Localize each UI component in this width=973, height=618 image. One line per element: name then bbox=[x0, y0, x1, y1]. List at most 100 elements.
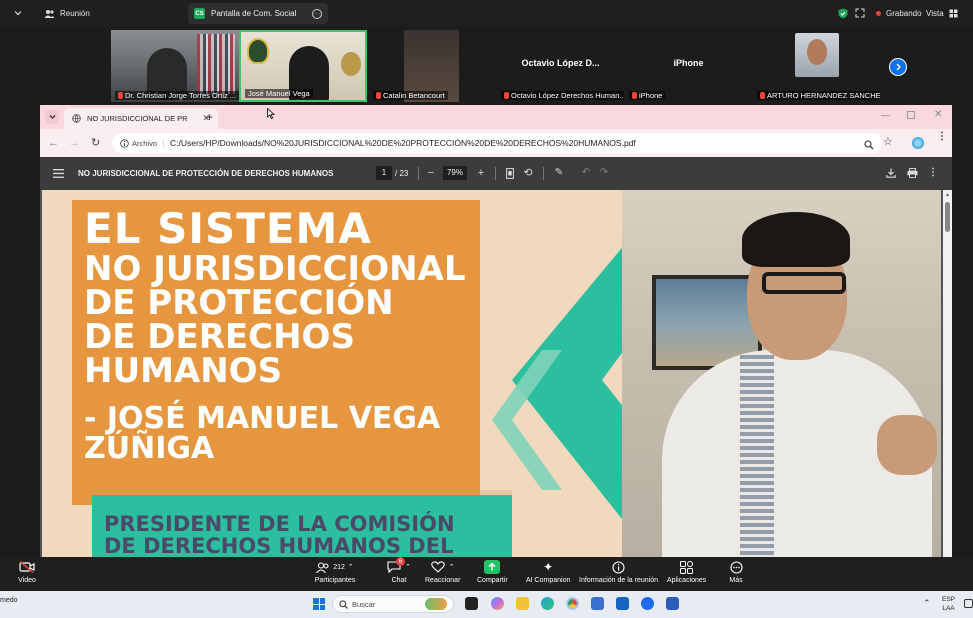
tab-search-button[interactable] bbox=[45, 110, 59, 124]
recording-label: Grabando bbox=[886, 8, 922, 18]
fit-page-icon[interactable] bbox=[504, 167, 516, 179]
participant-tile[interactable]: Octavio López D... Octavio López Derecho… bbox=[497, 30, 624, 102]
restore-icon[interactable] bbox=[907, 111, 915, 119]
apps-button[interactable]: Aplicaciones bbox=[667, 560, 706, 584]
slide-title-line4: DE DERECHOS bbox=[84, 317, 355, 357]
redo-icon[interactable]: ↷ bbox=[598, 166, 610, 178]
person-hand bbox=[877, 415, 937, 475]
participant-name: José Manuel Vega bbox=[245, 89, 313, 98]
chevron-down-icon[interactable] bbox=[14, 0, 22, 26]
chevron-up-icon[interactable]: ⌃ bbox=[449, 563, 455, 571]
store-icon[interactable] bbox=[591, 597, 604, 610]
slide-photo bbox=[622, 190, 941, 557]
download-icon[interactable] bbox=[885, 167, 897, 179]
browser-tab-active[interactable]: NO JURISDICCIONAL DE PROTE ✕ bbox=[64, 108, 218, 129]
record-dot-icon bbox=[876, 10, 881, 16]
shield-icon[interactable] bbox=[838, 0, 848, 26]
more-button[interactable]: Más bbox=[727, 560, 745, 584]
copilot-icon[interactable] bbox=[491, 597, 504, 610]
person-hair bbox=[742, 212, 850, 267]
back-arrow-icon[interactable]: ← bbox=[48, 137, 59, 149]
more-vert-icon[interactable]: ⋮ bbox=[927, 166, 939, 178]
reload-icon[interactable]: ↻ bbox=[91, 136, 100, 149]
participant-display-name: Octavio López D... bbox=[521, 58, 600, 68]
zoom-in-icon[interactable]: + bbox=[475, 167, 487, 179]
meeting-menu[interactable]: Reunión bbox=[44, 0, 90, 26]
slide-title-line5: HUMANOS bbox=[84, 351, 283, 391]
ai-companion-label: AI Companion bbox=[526, 577, 571, 584]
meeting-info-button[interactable]: Información de la reunión bbox=[579, 560, 658, 584]
mouse-cursor bbox=[267, 106, 276, 124]
info-icon bbox=[610, 560, 628, 574]
profile-avatar[interactable] bbox=[912, 137, 924, 149]
react-button[interactable]: ⌃ Reaccionar bbox=[425, 560, 460, 584]
chat-button[interactable]: 6 ⌃ Chat bbox=[385, 557, 413, 584]
screen-share-tab[interactable]: CS Pantalla de Com. Social ··· bbox=[188, 3, 328, 24]
word-icon[interactable] bbox=[666, 597, 679, 610]
video-off-icon bbox=[18, 560, 36, 574]
scrollbar-thumb[interactable] bbox=[945, 202, 950, 232]
undo-icon[interactable]: ↶ bbox=[580, 166, 592, 178]
react-icon-group: ⌃ bbox=[428, 560, 458, 574]
window-close-icon[interactable]: ✕ bbox=[934, 109, 942, 120]
minimize-icon[interactable]: — bbox=[881, 110, 890, 120]
ai-companion-button[interactable]: ✦ AI Companion bbox=[526, 560, 570, 584]
chevron-up-icon[interactable]: ⌃ bbox=[405, 563, 411, 571]
next-page-button[interactable] bbox=[889, 58, 907, 76]
grid-icon bbox=[949, 9, 958, 17]
chevron-up-icon[interactable]: ⌃ bbox=[348, 563, 354, 571]
zoom-controls-bar: Video 212 ⌃ Participantes 6 ⌃ Chat ⌃ Rea… bbox=[0, 557, 973, 591]
share-button[interactable]: Compartir bbox=[477, 560, 508, 584]
pdf-canvas[interactable]: EL SISTEMA NO JURISDICCIONAL DE PROTECCI… bbox=[40, 190, 952, 557]
chrome-icon[interactable] bbox=[566, 597, 579, 610]
participant-tile[interactable]: Dr. Christian Jorge Torres Ortiz ... bbox=[111, 30, 239, 102]
more-horizontal-icon bbox=[727, 560, 745, 574]
task-view-icon[interactable] bbox=[465, 597, 478, 610]
share-label: Compartir bbox=[477, 577, 508, 584]
mic-muted-icon bbox=[376, 92, 381, 99]
weather-widget-text[interactable]: medo bbox=[0, 597, 18, 604]
windows-taskbar: medo Buscar ⌃ ESP LAA bbox=[0, 591, 973, 618]
annotate-pen-icon[interactable]: ✎ bbox=[553, 166, 565, 178]
zoom-lens-icon[interactable] bbox=[864, 137, 874, 155]
participant-tile-active[interactable]: José Manuel Vega bbox=[239, 30, 367, 102]
edge-icon[interactable] bbox=[541, 597, 554, 610]
layout-icon[interactable] bbox=[855, 0, 865, 26]
recording-indicator[interactable]: Grabando bbox=[876, 0, 922, 26]
site-info-chip[interactable]: Archivo bbox=[120, 138, 165, 148]
outlook-icon[interactable] bbox=[616, 597, 629, 610]
participant-tile[interactable]: iPhone iPhone bbox=[625, 30, 752, 102]
taskbar-search-box[interactable]: Buscar bbox=[332, 595, 454, 613]
windows-start-icon[interactable] bbox=[313, 598, 325, 610]
star-icon[interactable]: ☆ bbox=[883, 135, 893, 148]
zoom-out-icon[interactable]: − bbox=[425, 167, 437, 179]
print-icon[interactable] bbox=[906, 167, 918, 179]
file-explorer-icon[interactable] bbox=[516, 597, 529, 610]
participants-button[interactable]: 212 ⌃ Participantes bbox=[310, 560, 360, 584]
scrollbar[interactable]: ▲ bbox=[943, 190, 952, 557]
new-tab-button[interactable]: + bbox=[206, 110, 213, 124]
address-bar[interactable]: Archivo C:/Users/HP/Downloads/NO%20JURIS… bbox=[112, 133, 882, 153]
participants-count: 212 bbox=[333, 563, 345, 571]
participant-name: Dr. Christian Jorge Torres Ortiz ... bbox=[115, 91, 239, 100]
page-number-input[interactable]: 1 bbox=[376, 166, 392, 180]
hamburger-menu-icon[interactable] bbox=[52, 167, 64, 179]
browser-tab-strip: NO JURISDICCIONAL DE PROTE ✕ + — ✕ bbox=[40, 105, 952, 129]
scroll-up-icon[interactable]: ▲ bbox=[945, 192, 950, 198]
zoom-level-input[interactable]: 79% bbox=[443, 166, 467, 180]
slide-title-line3: DE PROTECCIÓN bbox=[84, 283, 394, 323]
notification-icon[interactable] bbox=[964, 599, 973, 608]
language-indicator[interactable]: ESP LAA bbox=[942, 595, 955, 613]
participant-tile[interactable]: ARTURO HERNANDEZ SANCHEZ bbox=[753, 30, 880, 102]
zoom-app-icon[interactable] bbox=[641, 597, 654, 610]
participant-tile[interactable]: Catalin Betancourt bbox=[369, 30, 496, 102]
avatar-face bbox=[807, 39, 827, 65]
forward-arrow-icon[interactable]: → bbox=[69, 137, 80, 149]
chevron-up-icon[interactable]: ⌃ bbox=[923, 598, 931, 609]
kebab-menu-icon[interactable]: ⋮ bbox=[937, 132, 947, 142]
view-button[interactable]: Vista bbox=[926, 0, 958, 26]
more-options-icon[interactable]: ··· bbox=[312, 8, 322, 19]
rotate-icon[interactable]: ⟲ bbox=[522, 166, 534, 179]
video-button[interactable]: Video bbox=[18, 560, 36, 584]
participants-label: Participantes bbox=[314, 577, 356, 584]
